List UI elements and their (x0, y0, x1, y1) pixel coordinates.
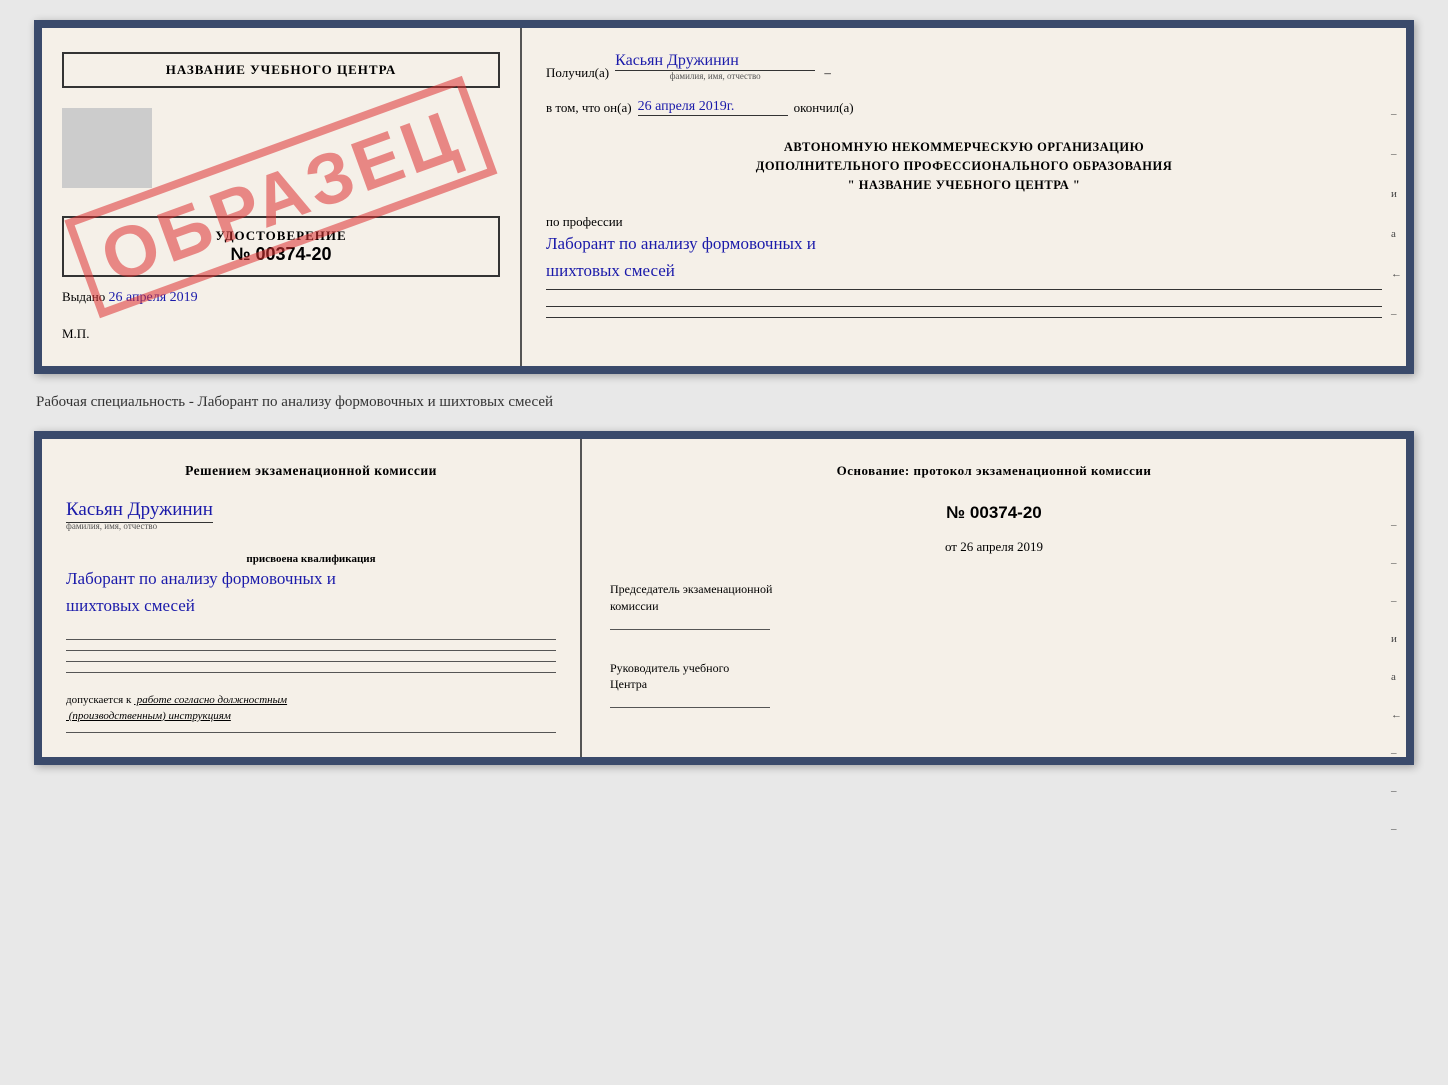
mp-line: М.П. (62, 326, 500, 342)
h-line-1 (66, 639, 556, 640)
org-quote: " НАЗВАНИЕ УЧЕБНОГО ЦЕНТРА " (546, 176, 1382, 195)
org-line2: ДОПОЛНИТЕЛЬНОГО ПРОФЕССИОНАЛЬНОГО ОБРАЗО… (546, 157, 1382, 176)
qualification-block: присвоена квалификация Лаборант по анали… (66, 553, 556, 619)
br-char-2: – (1391, 557, 1402, 569)
protocol-number: № 00374-20 (610, 503, 1378, 523)
profession-prefix: по профессии (546, 214, 1382, 230)
h-line-3 (66, 661, 556, 662)
underline2 (546, 306, 1382, 307)
director-block: Руководитель учебногоЦентра (610, 660, 1378, 709)
br-char-4: и (1391, 633, 1402, 645)
fact-date: 26 апреля 2019г. (638, 99, 788, 116)
right-char-5: ← (1391, 268, 1402, 280)
name-sublabel-bottom: фамилия, имя, отчество (66, 521, 556, 531)
br-char-5: а (1391, 671, 1402, 683)
br-char-8: – (1391, 785, 1402, 797)
br-char-1: – (1391, 519, 1402, 531)
fact-prefix: в том, что он(а) (546, 100, 632, 116)
bottom-left-panel: Решением экзаменационной комиссии Касьян… (42, 439, 582, 757)
school-title: НАЗВАНИЕ УЧЕБНОГО ЦЕНТРА (62, 52, 500, 88)
profession-handwritten: Лаборант по анализу формовочных ишихтовы… (546, 230, 1382, 284)
org-block: АВТОНОМНУЮ НЕКОММЕРЧЕСКУЮ ОРГАНИЗАЦИЮ ДО… (546, 138, 1382, 194)
dash: – (821, 65, 831, 81)
received-name: Касьян Дружинин (615, 52, 815, 71)
org-line1: АВТОНОМНУЮ НЕКОММЕРЧЕСКУЮ ОРГАНИЗАЦИЮ (546, 138, 1382, 157)
commission-text: Решением экзаменационной комиссии (66, 463, 556, 479)
name-block: Касьян Дружинин фамилия, имя, отчество (66, 499, 556, 531)
h-line-2 (66, 650, 556, 651)
issued-prefix: Выдано (62, 289, 105, 304)
допуск-block: допускается к работе согласно должностны… (66, 693, 556, 724)
profession-block: по профессии Лаборант по анализу формово… (546, 214, 1382, 321)
bottom-right-panel: Основание: протокол экзаменационной коми… (582, 439, 1406, 757)
chairman-sig-line (610, 629, 770, 630)
protocol-date: от 26 апреля 2019 (610, 539, 1378, 555)
osnov-text: Основание: протокол экзаменационной коми… (610, 463, 1378, 479)
right-chars: – – и а ← – (1391, 108, 1402, 320)
qualification-hw: Лаборант по анализу формовочных ишихтовы… (66, 565, 556, 619)
issued-line: Выдано 26 апреля 2019 (62, 289, 500, 306)
chairman-block: Председатель экзаменационнойкомиссии (610, 581, 1378, 630)
br-char-9: – (1391, 823, 1402, 835)
br-char-3: – (1391, 595, 1402, 607)
h-line-4 (66, 672, 556, 673)
issued-date: 26 апреля 2019 (109, 290, 198, 305)
fact-suffix: окончил(а) (794, 100, 854, 116)
name-sublabel: фамилия, имя, отчество (670, 71, 761, 81)
top-certificate-card: НАЗВАНИЕ УЧЕБНОГО ЦЕНТРА УДОСТОВЕРЕНИЕ №… (34, 20, 1414, 374)
cert-number-box: УДОСТОВЕРЕНИЕ № 00374-20 (62, 216, 500, 277)
cert-number: № 00374-20 (74, 244, 488, 265)
date-value: 26 апреля 2019 (960, 539, 1043, 554)
bottom-certificate-card: Решением экзаменационной комиссии Касьян… (34, 431, 1414, 765)
right-char-3: и (1391, 188, 1402, 200)
director-title: Руководитель учебногоЦентра (610, 660, 1378, 694)
received-line: Получил(а) Касьян Дружинин фамилия, имя,… (546, 52, 1382, 81)
right-char-1: – (1391, 108, 1402, 120)
director-sig-line (610, 707, 770, 708)
underline1 (546, 289, 1382, 290)
right-char-4: а (1391, 228, 1402, 240)
cert-left-panel: НАЗВАНИЕ УЧЕБНОГО ЦЕНТРА УДОСТОВЕРЕНИЕ №… (42, 28, 522, 366)
date-prefix: от (945, 539, 957, 554)
br-char-7: – (1391, 747, 1402, 759)
underline3 (546, 317, 1382, 318)
cert-right-panel: Получил(а) Касьян Дружинин фамилия, имя,… (522, 28, 1406, 366)
qualification-label: присвоена квалификация (66, 553, 556, 565)
right-char-2: – (1391, 148, 1402, 160)
br-right-chars: – – – и а ← – – – (1391, 519, 1402, 835)
right-char-6: – (1391, 308, 1402, 320)
cert-label: УДОСТОВЕРЕНИЕ (74, 228, 488, 244)
specialty-line: Рабочая специальность - Лаборант по анал… (20, 390, 569, 415)
seal-placeholder (62, 108, 152, 188)
h-line-bottom (66, 732, 556, 733)
received-prefix: Получил(а) (546, 65, 609, 81)
fact-line: в том, что он(а) 26 апреля 2019г. окончи… (546, 99, 1382, 116)
name-hw: Касьян Дружинин (66, 499, 213, 523)
br-char-6: ← (1391, 709, 1402, 721)
chairman-title: Председатель экзаменационнойкомиссии (610, 581, 1378, 615)
lines-block (66, 639, 556, 673)
допуск-prefix: допускается к (66, 694, 131, 706)
